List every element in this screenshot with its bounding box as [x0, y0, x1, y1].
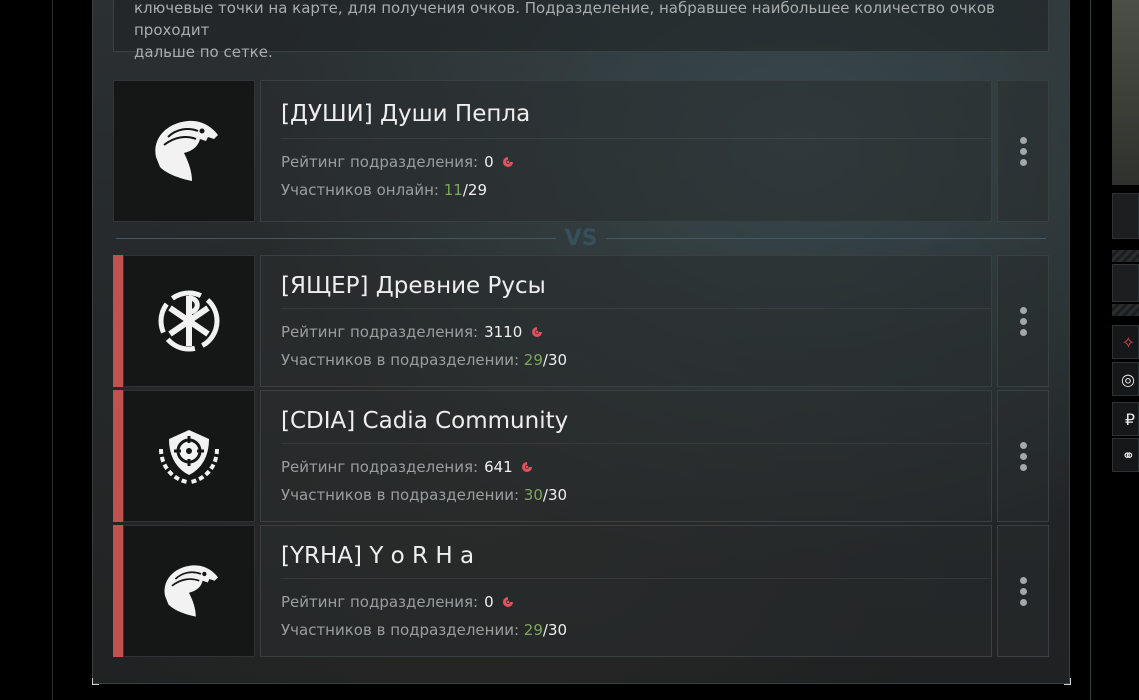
- sidebar-preview-image: [1112, 0, 1139, 185]
- team-name[interactable]: [ЯЩЕР] Древние Русы: [281, 273, 546, 299]
- link-icon[interactable]: ⚭: [1112, 438, 1139, 472]
- coin-icon[interactable]: ◎: [1112, 362, 1139, 396]
- vs-line-right: [606, 238, 1046, 239]
- rating-value: 641: [484, 458, 513, 476]
- sidebar-block: [1112, 193, 1139, 239]
- crosshair-shield-wreath-icon: [159, 430, 219, 484]
- team-rating: Рейтинг подразделения: 641: [281, 458, 533, 476]
- team-emblem[interactable]: [123, 255, 255, 387]
- kebab-dot: [1019, 158, 1027, 166]
- kebab-dot: [1019, 452, 1027, 460]
- rating-icon: [503, 157, 514, 167]
- team-members: Участников в подразделении: 30/30: [281, 486, 567, 504]
- members-current: 29: [523, 351, 543, 369]
- kebab-dot: [1019, 463, 1027, 471]
- team-menu-button[interactable]: [997, 525, 1049, 657]
- sidebar-stripe: [1112, 304, 1139, 316]
- name-divider: [281, 308, 991, 309]
- panel-corner-bottom-right: [1064, 678, 1071, 685]
- sidebar-block: [1112, 264, 1139, 302]
- members-current: 29: [523, 621, 543, 639]
- rating-label: Рейтинг подразделения:: [281, 593, 479, 611]
- kebab-dot: [1019, 587, 1027, 595]
- chi-rho-kolovrat-icon: [158, 290, 220, 352]
- rating-icon: [522, 462, 533, 472]
- name-divider: [281, 578, 991, 579]
- members-total: 29: [467, 181, 487, 199]
- kebab-dot: [1019, 441, 1027, 449]
- challenger-accent-bar: [113, 390, 123, 522]
- rating-label: Рейтинг подразделения:: [281, 323, 479, 341]
- vs-label: VS: [564, 226, 598, 251]
- challenger-accent-bar: [113, 255, 123, 387]
- team-menu-button[interactable]: [997, 390, 1049, 522]
- members-label: Участников в подразделении:: [281, 486, 520, 504]
- team-menu-button[interactable]: [997, 255, 1049, 387]
- kebab-dot: [1019, 136, 1027, 144]
- team-info: [YRHA] Y o R H a Рейтинг подразделения: 0…: [260, 525, 992, 657]
- panel-corner-bottom-left: [92, 678, 99, 685]
- members-total: 30: [547, 351, 568, 369]
- kebab-dot: [1019, 147, 1027, 155]
- rating-value: 0: [484, 593, 494, 611]
- name-divider: [281, 443, 991, 444]
- team-rating: Рейтинг подразделения: 3110: [281, 323, 543, 341]
- rating-icon: [503, 597, 514, 607]
- team-info: [CDIA] Cadia Community Рейтинг подраздел…: [260, 390, 992, 522]
- team-members: Участников в подразделении: 29/30: [281, 351, 567, 369]
- rating-label: Рейтинг подразделения:: [281, 153, 479, 171]
- members-total: 30: [547, 486, 568, 504]
- tournament-description: ключевые точки на карте, для получения о…: [113, 0, 1049, 61]
- challenger-team-row: [YRHA] Y o R H a Рейтинг подразделения: 0…: [113, 525, 1049, 657]
- team-menu-button[interactable]: [997, 80, 1049, 222]
- kebab-dot: [1019, 576, 1027, 584]
- rating-value: 3110: [484, 323, 523, 341]
- defender-team-row: [ДУШИ] Души Пепла Рейтинг подразделения:…: [113, 80, 1049, 222]
- members-current: 11: [443, 181, 463, 199]
- team-info: [ДУШИ] Души Пепла Рейтинг подразделения:…: [260, 80, 992, 222]
- name-divider: [281, 138, 991, 139]
- rating-icon: [532, 327, 543, 337]
- left-divider: [52, 0, 53, 700]
- kebab-dot: [1019, 328, 1027, 336]
- challenger-accent-bar: [113, 525, 123, 657]
- members-label: Участников онлайн:: [281, 181, 439, 199]
- members-label: Участников в подразделении:: [281, 351, 520, 369]
- team-members: Участников в подразделении: 29/30: [281, 621, 567, 639]
- kebab-dot: [1019, 317, 1027, 325]
- ruble-icon[interactable]: ₽: [1112, 402, 1139, 436]
- team-info: [ЯЩЕР] Древние Русы Рейтинг подразделени…: [260, 255, 992, 387]
- challenger-team-row: [CDIA] Cadia Community Рейтинг подраздел…: [113, 390, 1049, 522]
- brand-icon[interactable]: ✧: [1112, 325, 1139, 359]
- rating-label: Рейтинг подразделения:: [281, 458, 479, 476]
- team-rating: Рейтинг подразделения: 0: [281, 153, 514, 171]
- team-name[interactable]: [CDIA] Cadia Community: [281, 408, 568, 434]
- description-line-1: ключевые точки на карте, для получения о…: [134, 0, 995, 39]
- vs-line-left: [116, 238, 556, 239]
- team-name[interactable]: [ДУШИ] Души Пепла: [281, 101, 530, 127]
- sidebar-stripe: [1112, 250, 1139, 262]
- team-emblem[interactable]: [123, 390, 255, 522]
- kebab-dot: [1019, 306, 1027, 314]
- members-current: 30: [523, 486, 543, 504]
- team-emblem[interactable]: [113, 80, 255, 222]
- team-name[interactable]: [YRHA] Y o R H a: [281, 543, 474, 569]
- members-label: Участников в подразделении:: [281, 621, 520, 639]
- eagle-head-icon: [155, 120, 218, 181]
- description-line-2: дальше по сетке.: [134, 43, 273, 61]
- members-total: 30: [547, 621, 568, 639]
- team-members: Участников онлайн: 11/29: [281, 181, 487, 199]
- rating-value: 0: [484, 153, 494, 171]
- versus-divider: VS: [116, 226, 1046, 252]
- team-emblem[interactable]: [123, 525, 255, 657]
- kebab-dot: [1019, 598, 1027, 606]
- eagle-head-icon: [164, 565, 218, 617]
- challenger-team-row: [ЯЩЕР] Древние Русы Рейтинг подразделени…: [113, 255, 1049, 387]
- team-rating: Рейтинг подразделения: 0: [281, 593, 514, 611]
